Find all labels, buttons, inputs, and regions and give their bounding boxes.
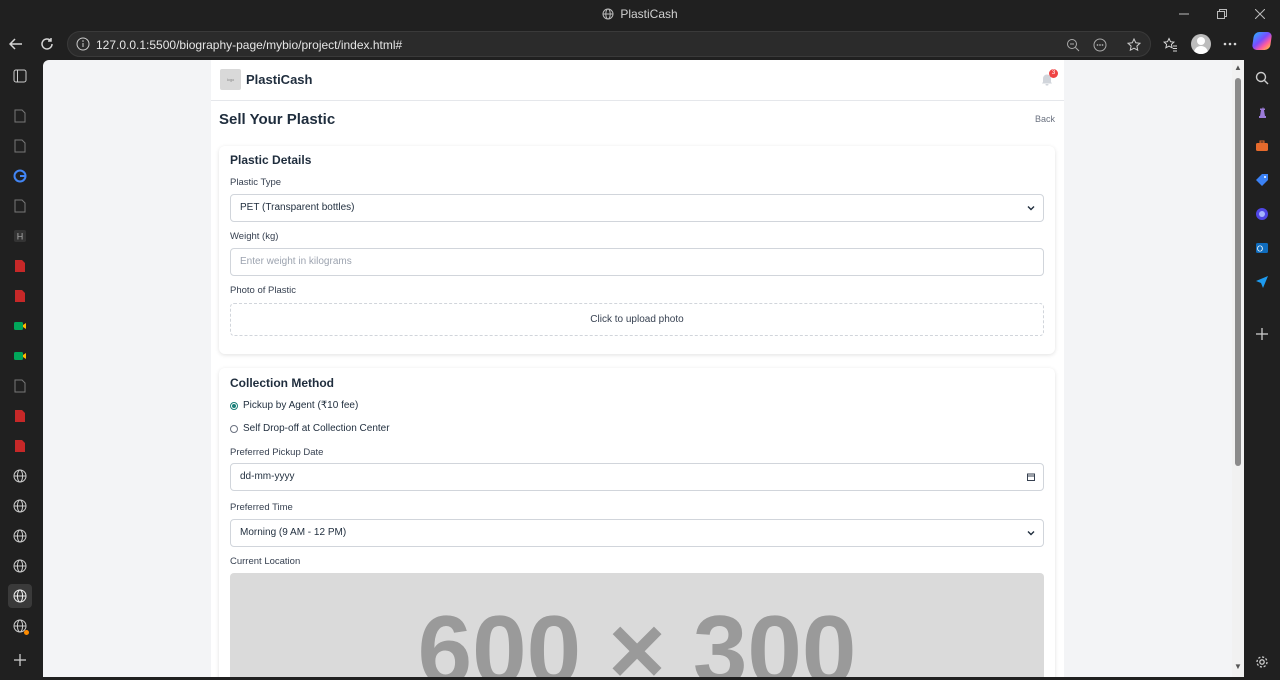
tab-pdf-icon[interactable] xyxy=(8,404,32,428)
profile-avatar[interactable] xyxy=(1191,34,1211,54)
url-text[interactable]: 127.0.0.1:5500/biography-page/mybio/proj… xyxy=(96,38,402,52)
tab-page-icon[interactable] xyxy=(8,374,32,398)
chevron-down-icon xyxy=(1027,206,1035,211)
scroll-down-arrow-icon[interactable]: ▼ xyxy=(1234,663,1242,671)
tab-page-icon[interactable] xyxy=(8,104,32,128)
search-icon[interactable] xyxy=(1252,68,1272,88)
info-icon[interactable] xyxy=(76,37,90,56)
tag-icon[interactable] xyxy=(1252,170,1272,190)
weight-input[interactable]: Enter weight in kilograms xyxy=(230,248,1044,276)
window-title: PlastiCash xyxy=(620,7,678,21)
tab-globe-icon[interactable] xyxy=(8,614,32,638)
plastic-details-heading: Plastic Details xyxy=(230,153,312,167)
favorite-star-icon[interactable] xyxy=(1125,36,1143,54)
dropoff-option[interactable]: Self Drop-off at Collection Center xyxy=(230,423,390,434)
window-titlebar: PlastiCash xyxy=(0,0,1280,28)
photo-upload-area[interactable]: Click to upload photo xyxy=(230,303,1044,336)
tab-page-icon[interactable] xyxy=(8,134,32,158)
plastic-type-select[interactable]: PET (Transparent bottles) xyxy=(230,194,1044,222)
back-link[interactable]: Back xyxy=(1035,114,1055,124)
edge-sidebar: O xyxy=(1244,60,1280,680)
brand-logo: logo xyxy=(220,69,241,90)
weight-label: Weight (kg) xyxy=(230,231,279,242)
plastic-type-label: Plastic Type xyxy=(230,177,282,188)
globe-icon xyxy=(602,8,614,23)
restore-button[interactable] xyxy=(1202,4,1242,24)
pickup-date-label: Preferred Pickup Date xyxy=(230,447,324,458)
collection-method-heading: Collection Method xyxy=(230,376,334,390)
copilot-icon[interactable] xyxy=(1251,32,1273,50)
chevron-down-icon xyxy=(1027,531,1035,536)
page-viewport: logo PlastiCash 3 Sell Your Plastic Back… xyxy=(43,60,1232,677)
photo-label: Photo of Plastic xyxy=(230,285,297,296)
svg-text:H: H xyxy=(17,232,24,242)
plasticash-app: logo PlastiCash 3 Sell Your Plastic Back… xyxy=(211,60,1064,677)
collection-method-card: Collection Method Pickup by Agent (₹10 f… xyxy=(219,368,1055,677)
page-scrollbar[interactable]: ▲ ▼ xyxy=(1232,60,1244,677)
page-title: Sell Your Plastic xyxy=(219,111,336,128)
zoom-out-icon[interactable] xyxy=(1064,36,1082,54)
tab-pdf-icon[interactable] xyxy=(8,434,32,458)
tab-pdf-icon[interactable] xyxy=(8,254,32,278)
tab-page-icon[interactable] xyxy=(8,194,32,218)
tab-meet-icon[interactable] xyxy=(8,314,32,338)
refresh-icon[interactable] xyxy=(35,32,59,56)
tab-globe-icon[interactable] xyxy=(8,524,32,548)
scrollbar-thumb[interactable] xyxy=(1235,78,1241,466)
back-arrow-icon[interactable] xyxy=(4,32,28,56)
tab-globe-icon[interactable] xyxy=(8,554,32,578)
tab-globe-icon[interactable] xyxy=(8,494,32,518)
preferred-time-select[interactable]: Morning (9 AM - 12 PM) xyxy=(230,519,1044,547)
tab-pdf-icon[interactable] xyxy=(8,284,32,308)
pickup-date-placeholder: dd-mm-yyyy xyxy=(240,471,295,482)
dropoff-radio[interactable] xyxy=(230,424,238,433)
reading-mode-icon[interactable] xyxy=(1091,36,1109,54)
page-heading-row: Sell Your Plastic Back xyxy=(211,101,1064,139)
plastic-type-value: PET (Transparent bottles) xyxy=(240,202,355,213)
brand-name: PlastiCash xyxy=(246,72,313,87)
minimize-button[interactable] xyxy=(1164,4,1204,24)
calendar-icon[interactable] xyxy=(1027,473,1035,481)
send-icon[interactable] xyxy=(1252,272,1272,292)
pickup-date-input[interactable]: dd-mm-yyyy xyxy=(230,463,1044,491)
add-sidebar-app-icon[interactable] xyxy=(1252,324,1272,344)
tab-actions-icon[interactable] xyxy=(8,64,32,88)
preferred-time-value: Morning (9 AM - 12 PM) xyxy=(240,527,347,538)
chess-icon[interactable] xyxy=(1252,102,1272,122)
dropoff-option-label: Self Drop-off at Collection Center xyxy=(243,423,390,434)
more-menu-icon[interactable] xyxy=(1218,32,1242,56)
vertical-tab-strip: H xyxy=(0,60,40,680)
svg-text:O: O xyxy=(1257,245,1263,254)
tab-h-icon[interactable]: H xyxy=(8,224,32,248)
app-header: logo PlastiCash 3 xyxy=(211,60,1064,101)
pickup-radio[interactable] xyxy=(230,401,238,410)
notification-badge: 3 xyxy=(1049,69,1058,78)
close-window-button[interactable] xyxy=(1240,4,1280,24)
preferred-time-label: Preferred Time xyxy=(230,502,293,513)
pickup-option[interactable]: Pickup by Agent (₹10 fee) xyxy=(230,400,358,411)
window-title-wrap: PlastiCash xyxy=(0,7,1280,23)
favorites-icon[interactable] xyxy=(1158,32,1182,56)
tab-meet-icon[interactable] xyxy=(8,344,32,368)
scroll-up-arrow-icon[interactable]: ▲ xyxy=(1234,64,1242,72)
current-location-label: Current Location xyxy=(230,556,301,567)
new-tab-icon[interactable] xyxy=(8,648,32,672)
browser-toolbar: 127.0.0.1:5500/biography-page/mybio/proj… xyxy=(0,28,1280,60)
settings-gear-icon[interactable] xyxy=(1252,652,1272,672)
outlook-icon[interactable]: O xyxy=(1252,238,1272,258)
pickup-option-label: Pickup by Agent (₹10 fee) xyxy=(243,400,359,411)
tab-google-icon[interactable] xyxy=(8,164,32,188)
notification-dot xyxy=(24,630,29,635)
address-bar[interactable]: 127.0.0.1:5500/biography-page/mybio/proj… xyxy=(67,31,1151,57)
copilot-app-icon[interactable] xyxy=(1252,204,1272,224)
tab-globe-icon[interactable] xyxy=(8,464,32,488)
location-map-placeholder: 600 × 300 xyxy=(230,573,1044,677)
plastic-details-card: Plastic Details Plastic Type PET (Transp… xyxy=(219,146,1055,354)
briefcase-icon[interactable] xyxy=(1252,136,1272,156)
tab-globe-icon-active[interactable] xyxy=(8,584,32,608)
map-placeholder-text: 600 × 300 xyxy=(417,595,857,677)
